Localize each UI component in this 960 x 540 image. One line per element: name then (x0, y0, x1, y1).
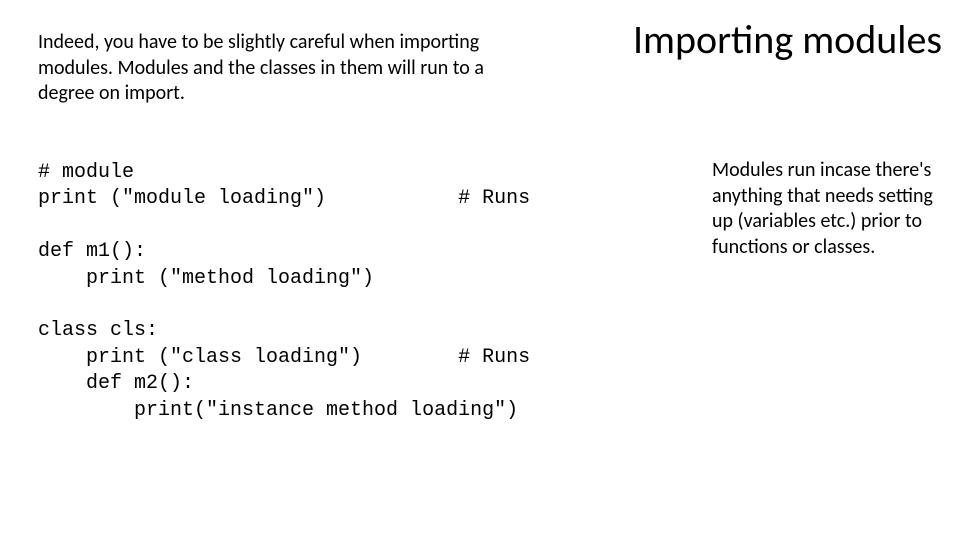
side-note: Modules run incase there's anything that… (712, 158, 942, 260)
code-block: # module print ("module loading") # Runs… (38, 160, 678, 424)
slide: Importing modules Indeed, you have to be… (0, 0, 960, 540)
intro-paragraph: Indeed, you have to be slightly careful … (38, 30, 498, 107)
slide-title: Importing modules (633, 18, 942, 62)
